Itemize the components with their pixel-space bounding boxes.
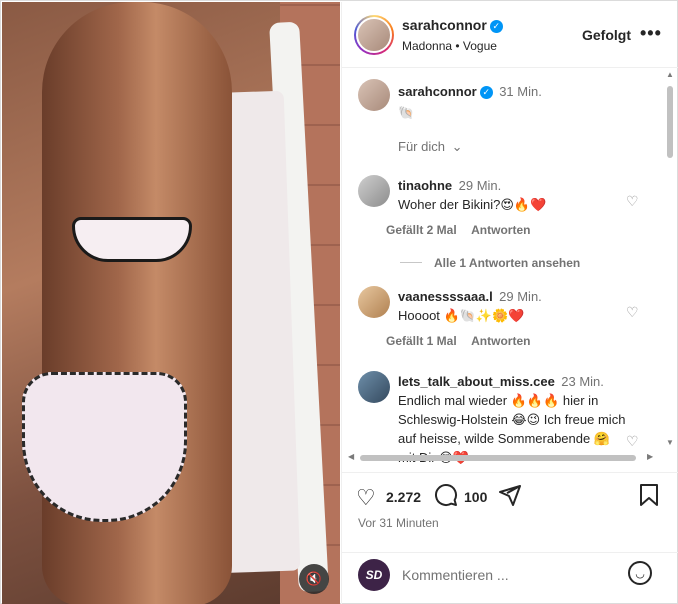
like-comment-heart-icon[interactable]: ♡ <box>626 433 639 450</box>
caption-time: 31 Min. <box>499 84 542 99</box>
bikini-top <box>72 217 192 262</box>
scroll-left-icon[interactable]: ◀ <box>348 452 354 461</box>
author-avatar[interactable] <box>354 15 394 55</box>
for-you-toggle[interactable]: Für dich ⌄ <box>398 139 463 155</box>
mute-icon[interactable]: 🔇 <box>299 564 329 594</box>
view-replies[interactable]: Alle 1 Antworten ansehen <box>400 254 580 272</box>
chevron-down-icon: ⌄ <box>451 139 463 154</box>
comment-username[interactable]: lets_talk_about_miss.cee <box>398 374 555 389</box>
comment-input[interactable] <box>402 564 622 586</box>
share-icon[interactable] <box>498 483 522 513</box>
comment-composer: SD ◡ <box>342 552 678 604</box>
comment-username[interactable]: vaanessssaaa.l <box>398 289 493 304</box>
caption-avatar[interactable] <box>358 79 390 111</box>
for-you-label: Für dich <box>398 139 445 154</box>
emoji-icon[interactable]: ◡ <box>628 561 652 585</box>
caption: sarahconnor ✓ 31 Min. 🐚 <box>358 79 658 139</box>
commenter-avatar[interactable] <box>358 286 390 318</box>
comment-time: 29 Min. <box>499 289 542 304</box>
comment-likes[interactable]: Gefällt 2 Mal <box>386 223 457 237</box>
post-header: sarahconnor ✓ Madonna • Vogue Gefolgt ••• <box>342 2 678 68</box>
commenter-avatar[interactable] <box>358 371 390 403</box>
comments-list[interactable]: sarahconnor ✓ 31 Min. 🐚 Für dich ⌄ tinaoh… <box>342 69 678 464</box>
comment-text: Hoooot 🔥🐚✨🌼❤️ <box>398 308 525 323</box>
like-comment-heart-icon[interactable]: ♡ <box>626 304 639 321</box>
reply-button[interactable]: Antworten <box>471 334 530 348</box>
comment-time: 29 Min. <box>458 178 502 193</box>
save-bookmark-icon[interactable] <box>638 483 660 513</box>
verified-icon: ✓ <box>489 20 503 33</box>
divider <box>400 262 422 264</box>
horizontal-scrollbar[interactable]: ◀ ▶ <box>342 452 664 464</box>
reply-button[interactable]: Antworten <box>471 223 530 237</box>
like-comment-heart-icon[interactable]: ♡ <box>626 193 639 210</box>
post-video[interactable]: 🔇 <box>2 2 340 604</box>
caption-username[interactable]: sarahconnor <box>398 84 477 99</box>
like-heart-icon[interactable]: ♡ <box>356 485 376 511</box>
following-button[interactable]: Gefolgt <box>582 27 631 43</box>
comment-item: vaanessssaaa.l 29 Min. Hoooot 🔥🐚✨🌼❤️ Gef… <box>358 286 658 350</box>
caption-text: 🐚 <box>398 105 415 120</box>
comment-likes[interactable]: Gefällt 1 Mal <box>386 334 457 348</box>
comment-time: 23 Min. <box>561 374 604 389</box>
audio-subtitle[interactable]: Madonna • Vogue <box>402 39 497 53</box>
current-user-avatar[interactable]: SD <box>358 559 390 591</box>
post-timestamp[interactable]: Vor 31 Minuten <box>358 516 439 530</box>
view-replies-label: Alle 1 Antworten ansehen <box>434 256 581 270</box>
verified-icon: ✓ <box>479 86 493 99</box>
scroll-up-icon[interactable]: ▲ <box>666 70 674 79</box>
instagram-post-dialog: 🔇 sarahconnor ✓ Madonna • Vogue Gefolgt •… <box>0 0 678 604</box>
post-sidebar: sarahconnor ✓ Madonna • Vogue Gefolgt •••… <box>341 2 678 604</box>
comment-item: lets_talk_about_miss.cee 23 Min. Endlich… <box>358 371 658 464</box>
comment-icon[interactable] <box>434 483 458 513</box>
comment-text: Woher der Bikini?😍🔥❤️ <box>398 197 547 212</box>
vertical-scrollbar[interactable]: ▲ ▼ <box>664 70 676 450</box>
scrollbar-thumb[interactable] <box>360 455 636 461</box>
bikini-bottom <box>22 372 187 522</box>
comment-item: tinaohne 29 Min. Woher der Bikini?😍🔥❤️ G… <box>358 175 658 239</box>
comment-username[interactable]: tinaohne <box>398 178 452 193</box>
commenter-avatar[interactable] <box>358 175 390 207</box>
author-username[interactable]: sarahconnor <box>402 17 487 33</box>
post-actions: ♡ 2.272 100 Vor 31 Minuten <box>342 472 678 552</box>
scroll-right-icon[interactable]: ▶ <box>647 452 653 461</box>
scrollbar-thumb[interactable] <box>667 86 673 158</box>
like-count[interactable]: 2.272 <box>386 489 421 505</box>
scroll-down-icon[interactable]: ▼ <box>666 438 674 447</box>
comment-count[interactable]: 100 <box>464 489 487 505</box>
more-options-icon[interactable]: ••• <box>640 23 662 44</box>
